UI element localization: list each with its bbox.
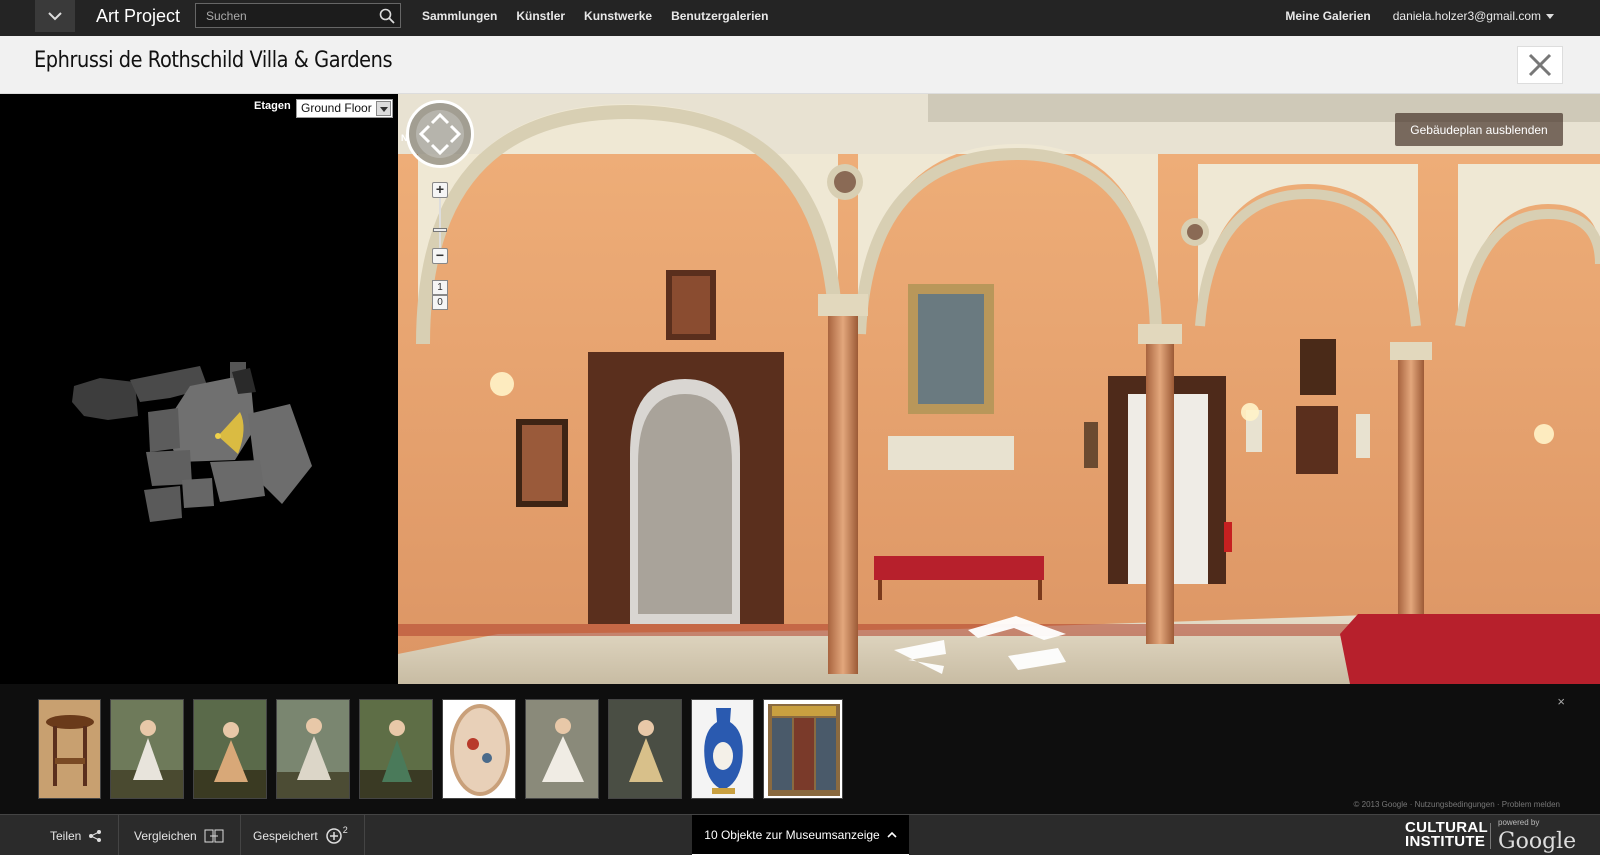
pan-control[interactable]: N [401, 100, 474, 168]
nav-artworks[interactable]: Kunstwerke [584, 9, 652, 23]
floor-select-value: Ground Floor [301, 101, 372, 115]
caret-down-icon [1546, 14, 1554, 20]
search-box [195, 3, 401, 28]
zoom-out-button[interactable]: − [432, 248, 448, 264]
top-bar: Art Project Sammlungen Künstler Kunstwer… [0, 0, 1600, 36]
nav-artists[interactable]: Künstler [516, 9, 565, 23]
object-thumb-2[interactable] [110, 699, 184, 799]
chevron-down-icon [48, 12, 62, 21]
object-thumb-10[interactable] [763, 699, 843, 799]
user-account-menu[interactable]: daniela.holzer3@gmail.com [1393, 9, 1554, 23]
user-email: daniela.holzer3@gmail.com [1392, 9, 1541, 23]
artwork-thumbnail [609, 700, 681, 798]
zoom-control: + − [432, 182, 448, 264]
brand-logo[interactable]: Art Project [96, 6, 180, 27]
search-icon[interactable] [378, 7, 396, 25]
object-thumb-9[interactable] [691, 699, 754, 799]
zoom-slider-handle[interactable] [433, 228, 447, 232]
saved-label: Gespeichert [253, 828, 318, 843]
cultural-institute-logo[interactable]: CULTURAL INSTITUTE [1405, 820, 1488, 850]
user-bar: Meine Galerien daniela.holzer3@gmail.com [1285, 9, 1554, 23]
object-thumb-1[interactable] [38, 699, 101, 799]
floor-plan-map[interactable] [60, 356, 330, 526]
object-thumb-3[interactable] [193, 699, 267, 799]
saved-count: 2 [342, 824, 348, 835]
share-icon [89, 829, 102, 842]
compare-button[interactable]: Vergleichen [118, 815, 241, 855]
compare-icon [204, 829, 224, 842]
compass-north-label: N [401, 133, 408, 143]
zoom-track [439, 196, 441, 248]
close-icon [1528, 53, 1552, 77]
artwork-thumbnail [764, 700, 842, 798]
museum-title: Ephrussi de Rothschild Villa & Gardens [34, 48, 393, 73]
artwork-thumbnail [39, 700, 100, 798]
object-thumb-8[interactable] [608, 699, 682, 799]
menu-toggle-button[interactable] [35, 0, 75, 32]
artwork-thumbnail [443, 700, 515, 798]
close-view-button[interactable] [1517, 46, 1563, 84]
google-logo: Google [1498, 829, 1577, 854]
level-0-button[interactable]: 0 [432, 295, 448, 310]
art-project-app: Art Project Sammlungen Künstler Kunstwer… [0, 0, 1600, 855]
museum-objects-toggle[interactable]: 10 Objekte zur Museumsanzeige [692, 815, 909, 855]
floor-select[interactable]: Ground Floor [296, 99, 393, 118]
title-bar: Ephrussi de Rothschild Villa & Gardens [0, 36, 1600, 94]
compare-label: Vergleichen [134, 828, 197, 843]
close-strip-button[interactable]: × [1557, 694, 1565, 709]
nav-user-galleries[interactable]: Benutzergalerien [671, 9, 768, 23]
objects-count-label: 10 Objekte zur Museumsanzeige [704, 827, 880, 842]
share-button[interactable]: Teilen [34, 815, 120, 855]
level-switcher: 1 0 [432, 280, 448, 310]
current-position-marker [215, 433, 221, 439]
floor-plan-rooms [72, 362, 312, 522]
artwork-thumbnail [277, 700, 349, 798]
street-view-panorama[interactable] [398, 94, 1600, 684]
artwork-thumbnail [526, 700, 598, 798]
main-nav: Sammlungen Künstler Kunstwerke Benutzerg… [422, 9, 768, 23]
my-galleries-link[interactable]: Meine Galerien [1285, 9, 1370, 23]
floor-plan-panel: Etagen Ground Floor [0, 94, 398, 684]
objects-strip: × © 2013 Google · Nutzungsbedingungen · … [0, 684, 1600, 814]
bottom-toolbar: Teilen Vergleichen Gespeichert 2 10 Obje… [0, 814, 1600, 855]
logo-divider [1490, 823, 1491, 849]
object-thumb-6[interactable] [442, 699, 516, 799]
zoom-in-button[interactable]: + [432, 182, 448, 198]
object-thumb-4[interactable] [276, 699, 350, 799]
map-copyright: © 2013 Google · Nutzungsbedingungen · Pr… [1353, 800, 1560, 809]
hide-floor-plan-button[interactable]: Gebäudeplan ausblenden [1395, 113, 1563, 146]
pan-arrows-icon [416, 110, 464, 158]
artwork-thumbnail [111, 700, 183, 798]
artwork-thumbnail [360, 700, 432, 798]
object-thumb-7[interactable] [525, 699, 599, 799]
chevron-up-icon [887, 831, 897, 838]
add-circle-icon [325, 827, 342, 844]
share-label: Teilen [50, 828, 82, 843]
object-thumb-5[interactable] [359, 699, 433, 799]
gallery-interior-scene [398, 94, 1600, 684]
artwork-thumbnail [194, 700, 266, 798]
nav-collections[interactable]: Sammlungen [422, 9, 497, 23]
saved-button[interactable]: Gespeichert 2 [237, 815, 365, 855]
search-input[interactable] [196, 4, 374, 27]
level-1-button[interactable]: 1 [432, 280, 448, 295]
ci-line-2: INSTITUTE [1405, 833, 1486, 850]
powered-by-label: powered by [1498, 818, 1540, 827]
artwork-thumbnail [692, 700, 753, 798]
floor-label: Etagen [254, 100, 291, 112]
object-thumbnails [38, 699, 843, 799]
dropdown-arrow-icon [376, 101, 391, 116]
